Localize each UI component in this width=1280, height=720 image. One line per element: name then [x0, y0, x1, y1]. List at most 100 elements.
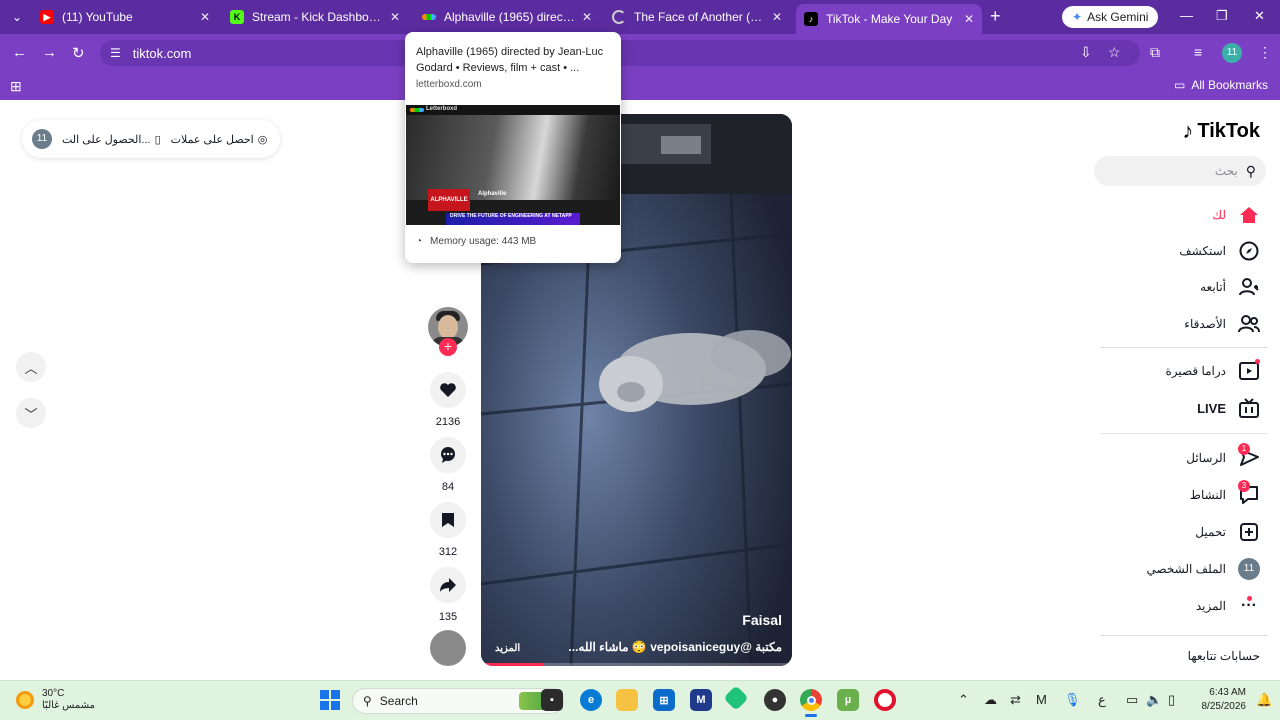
close-icon[interactable]: ✕	[582, 10, 592, 24]
sidebar-item-label: النشاط	[1189, 488, 1226, 502]
compass-icon	[1238, 240, 1260, 262]
start-button[interactable]	[320, 690, 340, 710]
all-bookmarks-button[interactable]: ▭ All Bookmarks	[1174, 78, 1268, 92]
close-icon[interactable]: ✕	[964, 12, 974, 26]
weather-widget[interactable]: 30°C مشمس غالبًا	[16, 688, 95, 712]
hover-card-preview: Letterboxd ALPHAVILLE Alphaville DRIVE T…	[406, 105, 620, 225]
davinci-icon[interactable]: ●	[764, 689, 786, 711]
sidebar-item-label: المزيد	[1195, 599, 1226, 613]
new-dot	[1255, 359, 1260, 364]
file-explorer-dark-icon[interactable]: ▪	[541, 689, 563, 711]
volume-icon[interactable]: 🔈	[1146, 692, 1162, 708]
new-tab-button[interactable]: +	[990, 7, 1001, 25]
close-icon[interactable]: ✕	[772, 10, 782, 24]
folder-icon[interactable]	[616, 689, 638, 711]
sidebar-item-more[interactable]: المزيد ···	[1196, 595, 1260, 617]
bookmark-star-icon[interactable]: ☆	[1108, 44, 1121, 61]
close-icon[interactable]: ✕	[200, 10, 210, 24]
active-app-indicator	[805, 714, 817, 717]
tab-tiktok[interactable]: ♪ TikTok - Make Your Day ✕	[796, 4, 982, 34]
sidebar-item-label: الملف الشخصي	[1146, 562, 1226, 576]
cloud-off-icon[interactable]: ☁	[984, 692, 997, 708]
sidebar-item-messages[interactable]: الرسائل 1	[1186, 443, 1260, 469]
microphone-icon[interactable]: 🎙	[1064, 692, 1081, 708]
avatar-face	[438, 315, 458, 339]
chevron-up-icon: ︿	[24, 360, 38, 376]
opera-icon[interactable]	[874, 689, 896, 711]
tab-kick[interactable]: K Stream - Kick Dashboard ✕	[222, 4, 408, 30]
window-close-icon[interactable]: ✕	[1254, 8, 1265, 24]
app-tray-icon[interactable]: M	[1036, 692, 1047, 707]
memory-usage-label: Memory usage: 443 MB	[430, 236, 537, 247]
tab-youtube[interactable]: ▶ (11) YouTube ✕	[32, 4, 218, 30]
share-button[interactable]	[430, 567, 466, 603]
memory-usage: ◔ Memory usage: 443 MB	[416, 236, 536, 247]
next-video-button[interactable]: ﹀	[16, 398, 46, 428]
utorrent-icon[interactable]: µ	[837, 689, 859, 711]
tab-letterboxd[interactable]: Alphaville (1965) directed by ✕	[414, 4, 600, 30]
video-author[interactable]: Faisal	[742, 612, 782, 628]
close-icon[interactable]: ✕	[390, 10, 400, 24]
apps-grid-icon[interactable]: ⊞	[10, 78, 22, 95]
app-m-icon[interactable]: M	[690, 689, 712, 711]
sidebar-item-activity[interactable]: النشاط 3	[1189, 480, 1260, 506]
caption-more-button[interactable]: المزيد	[495, 643, 520, 654]
network-icon[interactable]: ▭	[1126, 692, 1138, 708]
tab-title: Alphaville (1965) directed by	[444, 10, 576, 24]
messages-badge: 1	[1238, 443, 1250, 455]
save-button[interactable]	[430, 502, 466, 538]
previous-video-button[interactable]: ︿	[16, 352, 46, 382]
sidebar-item-home[interactable]: لك	[1212, 204, 1260, 226]
profile-avatar[interactable]: 11	[1222, 43, 1242, 63]
notification-count[interactable]: 11	[32, 129, 52, 149]
tab-search-icon[interactable]: ⌄	[8, 8, 26, 26]
maximize-icon[interactable]: ❐	[1216, 8, 1228, 24]
store-icon[interactable]: ⊞	[653, 689, 675, 711]
sidebar-item-label: الأصدقاء	[1184, 317, 1226, 331]
battery-icon[interactable]: ▯	[1168, 692, 1175, 708]
sidebar-item-friends[interactable]: الأصدقاء	[1184, 313, 1260, 335]
get-coins-link[interactable]: احصل على عملات ◎	[171, 133, 268, 146]
sidebar-item-profile[interactable]: الملف الشخصي 11	[1146, 558, 1260, 580]
chevron-up-icon[interactable]: ⌃	[958, 692, 969, 708]
language-indicator[interactable]: ع	[1098, 692, 1106, 708]
chat-icon: 3	[1238, 480, 1260, 506]
menu-dots-icon[interactable]: ⋮	[1258, 44, 1272, 61]
tiktok-logo[interactable]: ♪ TikTok	[1182, 118, 1260, 144]
chrome-icon[interactable]	[800, 689, 822, 711]
notifications-icon[interactable]: 🔔	[1256, 692, 1272, 708]
extensions-icon[interactable]: ⧉	[1150, 44, 1160, 61]
reload-icon[interactable]: ↻	[72, 44, 85, 62]
tab-title: (11) YouTube	[62, 10, 133, 24]
install-app-icon[interactable]: ⇩	[1080, 44, 1092, 61]
activity-badge: 3	[1238, 480, 1250, 492]
like-button[interactable]	[430, 372, 466, 408]
search-input[interactable]: بحث ⚲	[1094, 156, 1266, 186]
chevron-down-icon: ﹀	[24, 406, 38, 422]
sidebar-item-drama[interactable]: دراما قصيرة	[1165, 359, 1260, 382]
taskbar-search[interactable]: ⚲ Search	[352, 688, 564, 714]
tab-face-of-another[interactable]: The Face of Another (1966) | T ✕	[604, 4, 790, 30]
follow-button[interactable]: +	[439, 338, 457, 356]
forward-icon[interactable]: →	[42, 44, 57, 61]
ask-gemini-button[interactable]: ✦ Ask Gemini	[1062, 6, 1159, 28]
sidebar-item-explore[interactable]: استكشف	[1179, 240, 1260, 262]
system-clock[interactable]: 6:43 AM 8/25/2026	[1200, 686, 1247, 714]
gauge-icon: ◔	[416, 236, 423, 247]
minimize-icon[interactable]: —	[1180, 8, 1193, 23]
next-creator-avatar[interactable]	[430, 630, 466, 666]
edge-icon[interactable]: e	[580, 689, 602, 711]
reading-list-icon[interactable]: ≡	[1194, 44, 1202, 60]
back-icon[interactable]: ←	[12, 44, 27, 61]
site-info-icon[interactable]: ☰	[110, 46, 121, 60]
comment-button[interactable]	[430, 437, 466, 473]
sidebar-item-following[interactable]: أتابعه	[1200, 276, 1260, 298]
video-progress-bar[interactable]	[481, 663, 792, 666]
sidebar-item-upload[interactable]: تحميل	[1195, 521, 1260, 543]
transfer-icon[interactable]: ⇄	[1010, 692, 1021, 708]
preview-poster: ALPHAVILLE	[428, 189, 470, 211]
plus-square-icon	[1238, 521, 1260, 543]
sidebar-item-live[interactable]: LIVE	[1197, 397, 1260, 419]
sidebar-item-label: أتابعه	[1200, 280, 1226, 294]
get-app-link[interactable]: الحصول على الت... ▯	[62, 133, 161, 146]
